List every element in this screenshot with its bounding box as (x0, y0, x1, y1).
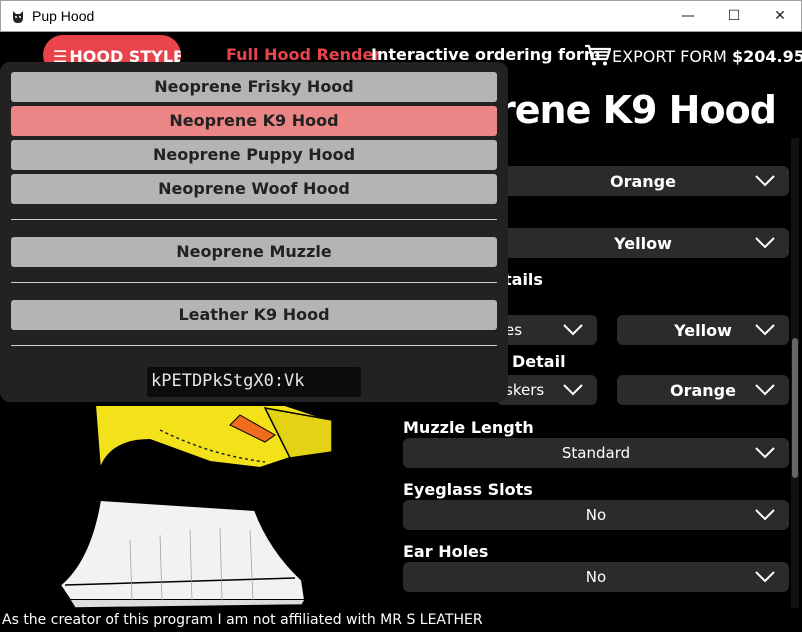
dropdown-divider (11, 345, 497, 346)
chevron-down-icon (755, 571, 775, 583)
select-value: Orange (610, 172, 676, 191)
select-value: No (585, 568, 607, 586)
cart-icon[interactable] (584, 43, 612, 67)
dropdown-item-muzzle[interactable]: Neoprene Muzzle (11, 237, 497, 267)
chevron-down-icon (755, 237, 775, 249)
chevron-down-icon (755, 175, 775, 187)
minimize-button[interactable]: — (665, 1, 711, 31)
eyeglass-slots-select[interactable]: No (403, 500, 789, 530)
hood-render-image (58, 404, 334, 609)
product-title: rene K9 Hood (497, 88, 777, 132)
whiskers-color-select[interactable]: Orange (617, 375, 789, 405)
chevron-down-icon (755, 384, 775, 396)
dropdown-item-woof-hood[interactable]: Neoprene Woof Hood (11, 174, 497, 204)
detail-select-left[interactable]: es (497, 315, 597, 345)
export-form-button[interactable]: EXPORT FORM (612, 47, 727, 66)
dropdown-item-k9-hood[interactable]: Neoprene K9 Hood (11, 106, 497, 136)
chevron-down-icon (755, 324, 775, 336)
dropdown-divider (11, 282, 497, 283)
ear-holes-label: Ear Holes (403, 542, 489, 561)
maximize-button[interactable]: ☐ (711, 1, 757, 31)
chevron-down-icon (563, 324, 583, 336)
dropdown-item-leather-k9-hood[interactable]: Leather K9 Hood (11, 300, 497, 330)
color-select-1[interactable]: Orange (497, 166, 789, 196)
select-value: Yellow (614, 234, 672, 253)
muzzle-length-select[interactable]: Standard (403, 438, 789, 468)
eyeglass-slots-label: Eyeglass Slots (403, 480, 533, 499)
chevron-down-icon (755, 447, 775, 459)
select-value: No (585, 506, 607, 524)
window-title: Pup Hood (32, 8, 95, 24)
select-value: Standard (561, 444, 631, 462)
select-value: skers (505, 381, 545, 399)
disclaimer-text: As the creator of this program I am not … (2, 612, 483, 628)
chevron-down-icon (755, 509, 775, 521)
detail-label-text: Detail (512, 352, 566, 371)
details-label: tails (504, 270, 543, 289)
price-total: $204.95 (732, 47, 802, 66)
select-value: es (505, 321, 523, 339)
dropdown-item-puppy-hood[interactable]: Neoprene Puppy Hood (11, 140, 497, 170)
chevron-down-icon (563, 384, 583, 396)
ear-holes-select[interactable]: No (403, 562, 789, 592)
dropdown-divider (11, 219, 497, 220)
color-select-2[interactable]: Yellow (497, 228, 789, 258)
scrollbar[interactable] (791, 138, 799, 608)
window-titlebar: Pup Hood — ☐ ✕ (0, 0, 802, 32)
close-button[interactable]: ✕ (757, 1, 802, 31)
app-icon (13, 11, 23, 23)
hood-style-dropdown: Neoprene Frisky Hood Neoprene K9 Hood Ne… (0, 62, 508, 402)
scrollbar-thumb[interactable] (792, 338, 798, 478)
detail-color-select[interactable]: Yellow (617, 315, 789, 345)
order-code-field[interactable]: kPETDPkStgX0:Vk (147, 367, 361, 397)
muzzle-length-label: Muzzle Length (403, 418, 534, 437)
whiskers-select[interactable]: skers (497, 375, 597, 405)
dropdown-item-frisky-hood[interactable]: Neoprene Frisky Hood (11, 72, 497, 102)
